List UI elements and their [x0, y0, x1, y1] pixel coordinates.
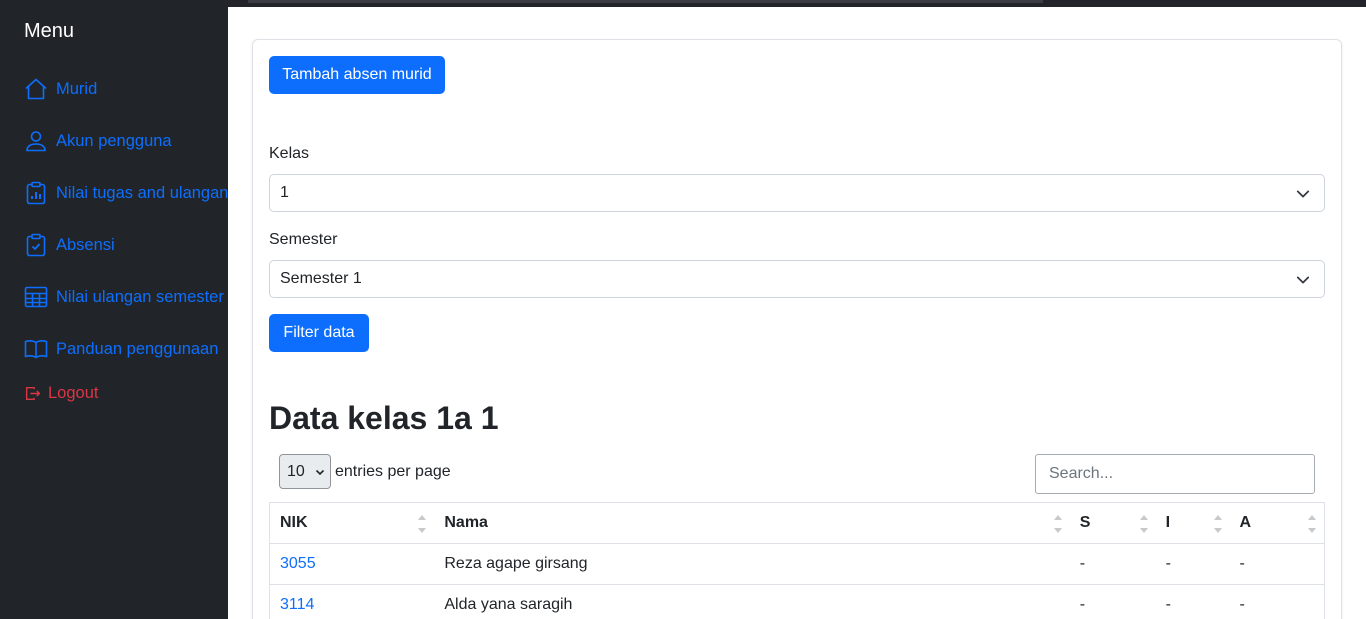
- chevron-down-icon: [1296, 276, 1310, 284]
- sidebar-item-nilai-ulangan-semester[interactable]: Nilai ulangan semester: [24, 284, 224, 310]
- sort-icon: [1308, 515, 1316, 533]
- nik-link[interactable]: 3055: [280, 555, 316, 572]
- sidebar: Menu Murid Akun pengguna Nilai tugas and…: [0, 0, 228, 619]
- sort-icon: [1213, 515, 1222, 533]
- a-cell: -: [1229, 584, 1325, 619]
- chevron-down-icon: [315, 469, 325, 476]
- search-input[interactable]: [1035, 454, 1315, 494]
- attendance-table: NIK Nama S I A 3055 Reza agape girsang -…: [269, 502, 1325, 619]
- book-icon: [24, 340, 48, 359]
- semester-label: Semester: [269, 231, 338, 248]
- column-header-label: A: [1239, 514, 1252, 531]
- table-row: 3055 Reza agape girsang - - -: [269, 543, 1325, 585]
- main-content: Tambah absen murid Kelas 1 Semester Seme…: [228, 7, 1366, 619]
- column-header-label: Nama: [444, 514, 488, 531]
- clipboard-data-icon: [26, 181, 46, 205]
- sort-icon: [1053, 515, 1062, 533]
- table-icon: [24, 286, 48, 308]
- column-header-a[interactable]: A: [1229, 502, 1325, 544]
- box-arrow-right-icon: [25, 386, 41, 400]
- semester-select-value: Semester 1: [280, 270, 362, 287]
- column-header-i[interactable]: I: [1155, 502, 1230, 544]
- sidebar-item-absensi[interactable]: Absensi: [24, 232, 115, 258]
- add-attendance-button[interactable]: Tambah absen murid: [269, 56, 445, 94]
- nik-cell: 3055: [269, 543, 435, 585]
- sidebar-item-label: Nilai ulangan semester: [56, 287, 224, 306]
- sidebar-item-label: Nilai tugas and ulangan: [56, 183, 229, 202]
- sidebar-item-panduan[interactable]: Panduan penggunaan: [24, 336, 218, 362]
- logout-link[interactable]: Logout: [24, 380, 98, 406]
- sidebar-item-label: Panduan penggunaan: [56, 339, 219, 358]
- sort-icon: [418, 515, 427, 533]
- kelas-select-value: 1: [280, 184, 289, 201]
- i-cell: -: [1155, 584, 1230, 619]
- column-header-s[interactable]: S: [1069, 502, 1156, 544]
- sidebar-item-label: Murid: [56, 79, 98, 98]
- sidebar-item-murid[interactable]: Murid: [24, 76, 97, 102]
- nama-cell: Alda yana saragih: [434, 584, 1070, 619]
- clipboard-check-icon: [26, 233, 46, 257]
- column-header-label: I: [1165, 514, 1171, 531]
- semester-select[interactable]: Semester 1: [269, 260, 1325, 298]
- column-header-nik[interactable]: NIK: [269, 502, 435, 544]
- sidebar-item-label: Absensi: [56, 235, 115, 254]
- nik-cell: 3114: [269, 584, 435, 619]
- entries-label: entries per page: [335, 462, 451, 480]
- nik-link[interactable]: 3114: [280, 596, 314, 613]
- sidebar-item-akun-pengguna[interactable]: Akun pengguna: [24, 128, 172, 154]
- top-bar-strip: [248, 0, 1043, 3]
- entries-per-page: 10 entries per page: [279, 454, 451, 489]
- s-cell: -: [1069, 543, 1156, 585]
- logout-label: Logout: [48, 383, 99, 402]
- house-icon: [25, 78, 47, 100]
- s-cell: -: [1069, 584, 1156, 619]
- sidebar-item-nilai-tugas[interactable]: Nilai tugas and ulangan: [24, 180, 228, 206]
- person-icon: [26, 131, 46, 152]
- sidebar-title: Menu: [24, 20, 75, 42]
- i-cell: -: [1155, 543, 1230, 585]
- a-cell: -: [1229, 543, 1325, 585]
- sort-icon: [1139, 515, 1148, 533]
- entries-select[interactable]: 10: [279, 454, 331, 489]
- content-card: Tambah absen murid Kelas 1 Semester Seme…: [252, 39, 1342, 619]
- sidebar-item-label: Akun pengguna: [56, 131, 172, 150]
- kelas-label: Kelas: [269, 145, 310, 162]
- page-title: Data kelas 1a 1: [269, 400, 499, 436]
- column-header-nama[interactable]: Nama: [434, 502, 1070, 544]
- table-header-row: NIK Nama S I A: [269, 502, 1325, 544]
- kelas-select[interactable]: 1: [269, 174, 1325, 212]
- chevron-down-icon: [1296, 190, 1310, 198]
- column-header-label: NIK: [280, 514, 308, 531]
- filter-data-button[interactable]: Filter data: [269, 314, 369, 352]
- nama-cell: Reza agape girsang: [434, 543, 1070, 585]
- entries-select-value: 10: [287, 462, 305, 480]
- table-row: 3114 Alda yana saragih - - -: [269, 584, 1325, 619]
- column-header-label: S: [1079, 514, 1091, 531]
